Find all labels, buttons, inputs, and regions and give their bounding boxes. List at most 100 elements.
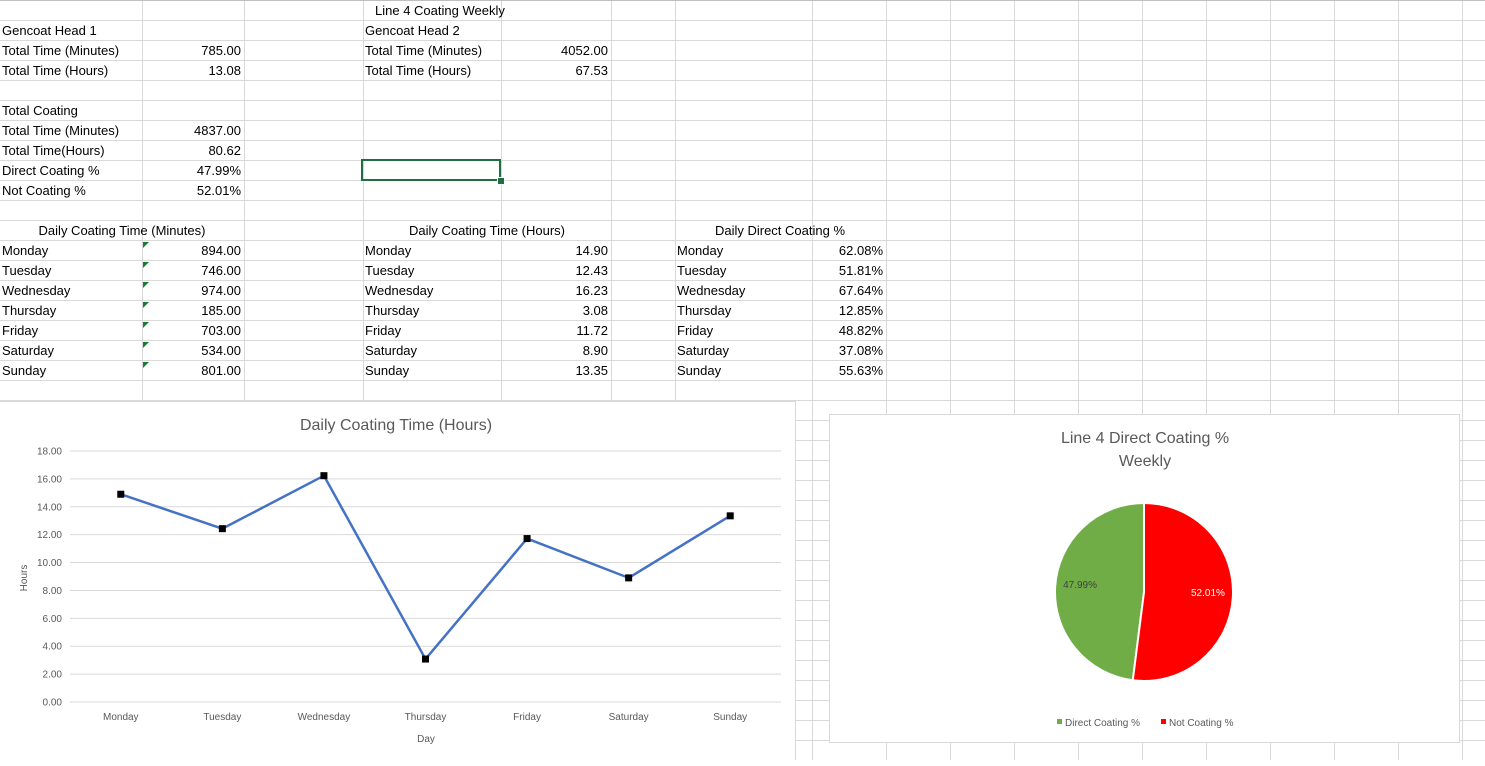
data-point-marker[interactable]	[320, 472, 328, 480]
daily-direct-day[interactable]: Sunday	[675, 361, 721, 381]
y-tick-label: 8.00	[43, 586, 63, 597]
total-label[interactable]: Total Coating	[0, 101, 78, 121]
pie-slice-direct-coating[interactable]	[1054, 501, 1145, 682]
pie-chart-legend: Direct Coating % Not Coating %	[1057, 718, 1234, 729]
daily-direct-value[interactable]: 48.82%	[812, 321, 886, 341]
daily-minutes-header[interactable]: Daily Coating Time (Minutes)	[0, 221, 244, 241]
daily-minutes-value[interactable]: 801.00	[142, 361, 244, 381]
daily-minutes-value[interactable]: 746.00	[142, 261, 244, 281]
daily-hours-day[interactable]: Sunday	[363, 361, 409, 381]
daily-direct-value[interactable]: 67.64%	[812, 281, 886, 301]
head2-hr-label[interactable]: Total Time (Hours)	[363, 61, 471, 81]
y-tick-label: 4.00	[43, 642, 63, 653]
daily-minutes-day[interactable]: Sunday	[0, 361, 46, 381]
pie-chart-svg: Line 4 Direct Coating % Weekly 47.99% 52.…	[1054, 430, 1234, 729]
daily-direct-day[interactable]: Wednesday	[675, 281, 745, 301]
legend-entry-label[interactable]: Direct Coating %	[1065, 718, 1140, 729]
number-as-text-indicator[interactable]	[143, 282, 149, 288]
number-as-text-indicator[interactable]	[143, 322, 149, 328]
daily-hours-day[interactable]: Monday	[363, 241, 411, 261]
daily-direct-value[interactable]: 62.08%	[812, 241, 886, 261]
number-as-text-indicator[interactable]	[143, 242, 149, 248]
daily-minutes-value[interactable]: 894.00	[142, 241, 244, 261]
head1-hr-label[interactable]: Total Time (Hours)	[0, 61, 108, 81]
head1-label[interactable]: Gencoat Head 1	[0, 21, 97, 41]
daily-hours-value[interactable]: 12.43	[501, 261, 611, 281]
head1-min-value[interactable]: 785.00	[142, 41, 244, 61]
active-cell-selection[interactable]	[361, 159, 501, 181]
daily-direct-day[interactable]: Saturday	[675, 341, 729, 361]
x-tick-label: Thursday	[405, 712, 447, 723]
number-as-text-indicator[interactable]	[143, 302, 149, 308]
data-point-marker[interactable]	[422, 655, 429, 663]
daily-hours-day[interactable]: Thursday	[363, 301, 419, 321]
head2-label[interactable]: Gencoat Head 2	[363, 21, 460, 41]
daily-hours-day[interactable]: Wednesday	[363, 281, 433, 301]
y-tick-label: 16.00	[37, 474, 62, 485]
daily-hours-day[interactable]: Saturday	[363, 341, 417, 361]
head2-min-label[interactable]: Total Time (Minutes)	[363, 41, 482, 61]
daily-hours-day[interactable]: Friday	[363, 321, 401, 341]
number-as-text-indicator[interactable]	[143, 362, 149, 368]
daily-minutes-day[interactable]: Wednesday	[0, 281, 70, 301]
daily-minutes-day[interactable]: Monday	[0, 241, 48, 261]
direct-coating-value[interactable]: 47.99%	[142, 161, 244, 181]
daily-minutes-day[interactable]: Tuesday	[0, 261, 51, 281]
y-tick-label: 12.00	[37, 530, 62, 541]
not-coating-value[interactable]: 52.01%	[142, 181, 244, 201]
line-chart-x-ticks: Monday Tuesday Wednesday Thursday Friday Satu…	[103, 712, 747, 723]
y-tick-label: 14.00	[37, 502, 62, 513]
daily-minutes-day[interactable]: Thursday	[0, 301, 56, 321]
pie-data-label: 52.01%	[1191, 588, 1225, 599]
total-hr-label[interactable]: Total Time(Hours)	[0, 141, 105, 161]
daily-hours-header[interactable]: Daily Coating Time (Hours)	[363, 221, 611, 241]
data-point-marker[interactable]	[218, 525, 226, 533]
legend-entry-label[interactable]: Not Coating %	[1169, 718, 1234, 729]
daily-minutes-value[interactable]: 534.00	[142, 341, 244, 361]
daily-hours-value[interactable]: 16.23	[501, 281, 611, 301]
direct-coating-label[interactable]: Direct Coating %	[0, 161, 100, 181]
number-as-text-indicator[interactable]	[143, 342, 149, 348]
not-coating-label[interactable]: Not Coating %	[0, 181, 86, 201]
daily-minutes-day[interactable]: Friday	[0, 321, 38, 341]
data-point-marker[interactable]	[117, 490, 125, 498]
pie-chart-title-line-2: Weekly	[1119, 453, 1171, 470]
daily-minutes-value[interactable]: 974.00	[142, 281, 244, 301]
data-point-marker[interactable]	[726, 512, 734, 520]
line-chart-svg: Daily Coating Time (Hours) Hours Day 0.0…	[19, 417, 781, 745]
total-hr-value[interactable]: 80.62	[142, 141, 244, 161]
daily-direct-value[interactable]: 37.08%	[812, 341, 886, 361]
data-point-marker[interactable]	[625, 574, 633, 582]
total-min-value[interactable]: 4837.00	[142, 121, 244, 141]
data-point-marker[interactable]	[523, 535, 531, 543]
daily-hours-day[interactable]: Tuesday	[363, 261, 414, 281]
daily-direct-value[interactable]: 51.81%	[812, 261, 886, 281]
daily-direct-day[interactable]: Friday	[675, 321, 713, 341]
daily-direct-day[interactable]: Tuesday	[675, 261, 726, 281]
head1-hr-value[interactable]: 13.08	[142, 61, 244, 81]
pie-chart[interactable]: Line 4 Direct Coating % Weekly 47.99% 52.…	[829, 414, 1460, 743]
number-as-text-indicator[interactable]	[143, 262, 149, 268]
head2-hr-value[interactable]: 67.53	[501, 61, 611, 81]
daily-hours-value[interactable]: 14.90	[501, 241, 611, 261]
daily-hours-value[interactable]: 8.90	[501, 341, 611, 361]
daily-minutes-value[interactable]: 185.00	[142, 301, 244, 321]
head1-min-label[interactable]: Total Time (Minutes)	[0, 41, 119, 61]
pie-data-label: 47.99%	[1063, 580, 1097, 591]
daily-hours-value[interactable]: 3.08	[501, 301, 611, 321]
total-min-label[interactable]: Total Time (Minutes)	[0, 121, 119, 141]
daily-hours-value[interactable]: 13.35	[501, 361, 611, 381]
sheet-title[interactable]: Line 4 Coating Weekly	[373, 1, 505, 21]
daily-minutes-value[interactable]: 703.00	[142, 321, 244, 341]
daily-direct-day[interactable]: Monday	[675, 241, 723, 261]
line-chart[interactable]: Daily Coating Time (Hours) Hours Day 0.0…	[0, 401, 796, 760]
daily-direct-day[interactable]: Thursday	[675, 301, 731, 321]
daily-direct-value[interactable]: 12.85%	[812, 301, 886, 321]
daily-direct-header[interactable]: Daily Direct Coating %	[675, 221, 885, 241]
daily-minutes-day[interactable]: Saturday	[0, 341, 54, 361]
fill-handle[interactable]	[497, 177, 505, 185]
head2-min-value[interactable]: 4052.00	[501, 41, 611, 61]
y-tick-label: 2.00	[43, 670, 63, 681]
daily-hours-value[interactable]: 11.72	[501, 321, 611, 341]
daily-direct-value[interactable]: 55.63%	[812, 361, 886, 381]
